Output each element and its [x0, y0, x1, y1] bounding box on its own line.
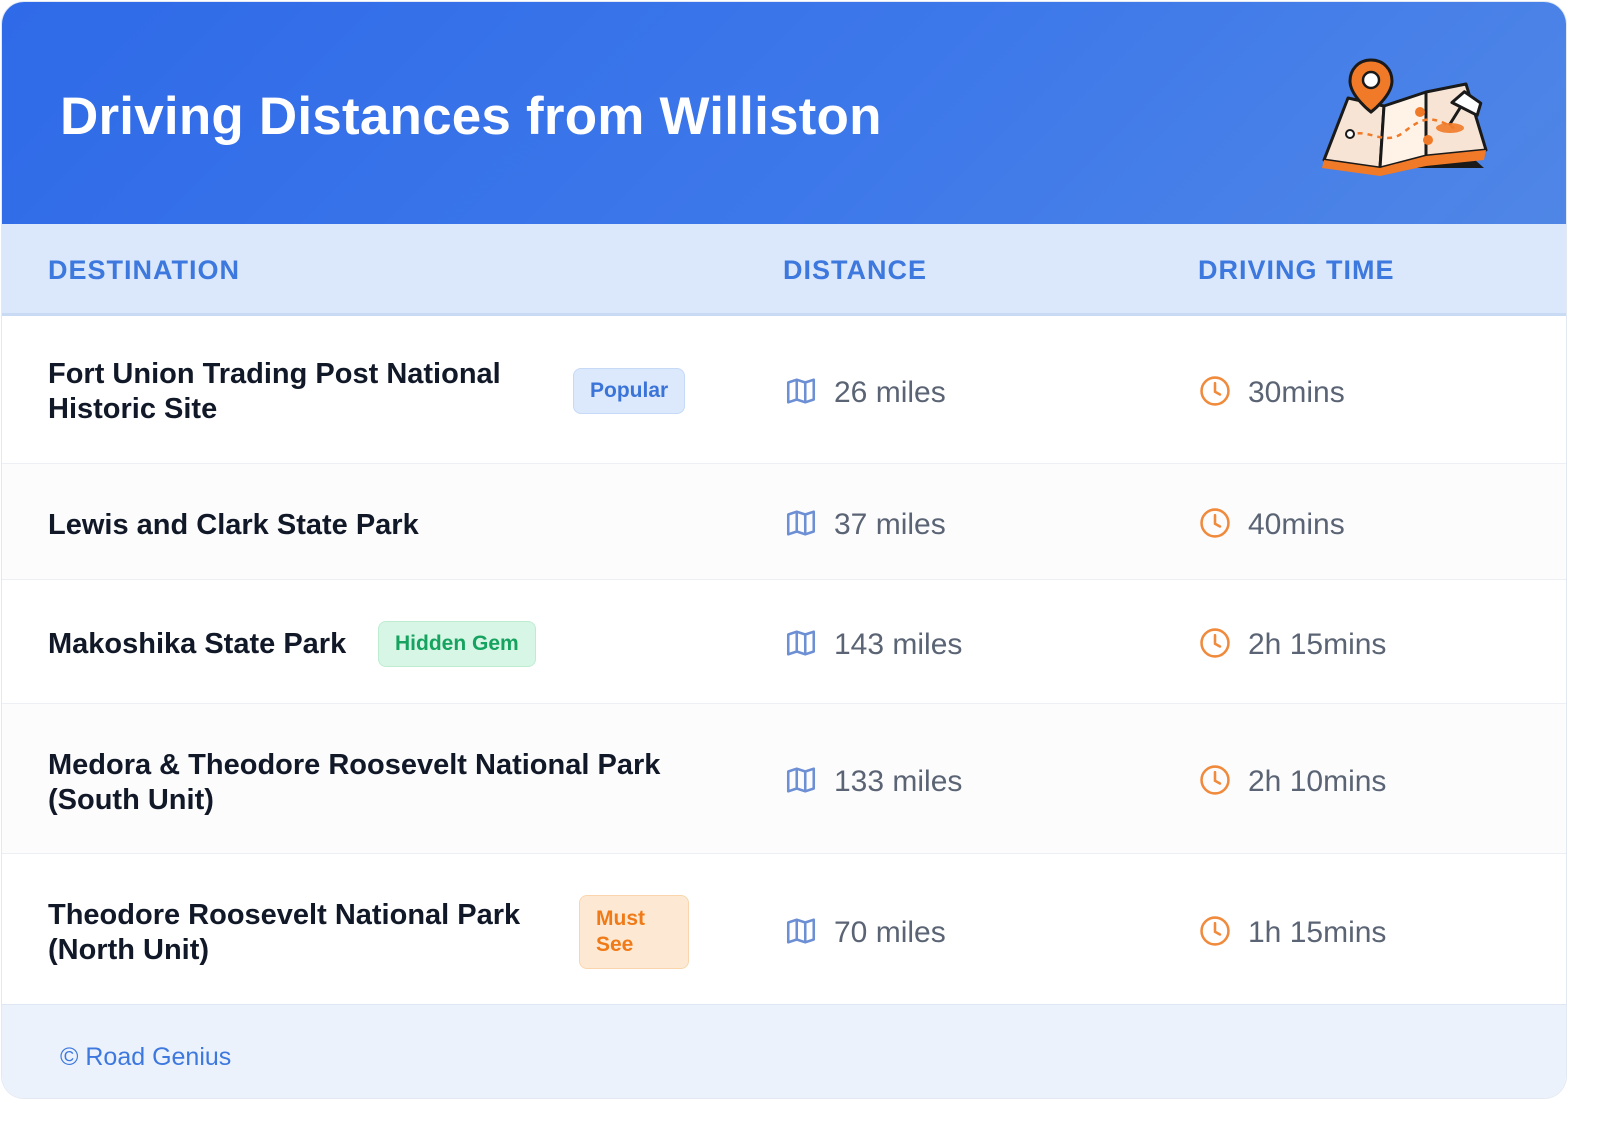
distance-value: 37 miles [834, 508, 946, 541]
must-see-badge: Must See [579, 895, 689, 969]
column-header-destination: DESTINATION [48, 255, 240, 285]
time-value: 1h 15mins [1248, 916, 1387, 949]
distance-value: 70 miles [834, 916, 946, 949]
table-header: DESTINATION DISTANCE DRIVING TIME [2, 224, 1566, 316]
map-icon [786, 378, 816, 404]
time-value: 40mins [1248, 508, 1345, 541]
table-row: Makoshika State Park Hidden Gem 143 mile… [2, 580, 1566, 704]
time-value: 30mins [1248, 376, 1345, 409]
table-row: Fort Union Trading Post National Histori… [2, 316, 1566, 464]
map-icon [786, 767, 816, 793]
table-row: Theodore Roosevelt National Park (North … [2, 854, 1566, 1004]
popular-badge: Popular [573, 368, 686, 414]
distance-value: 143 miles [834, 628, 963, 661]
destination-name: Lewis and Clark State Park [48, 508, 419, 543]
footer: © Road Genius [2, 1004, 1566, 1098]
destination-line: Medora & Theodore Roosevelt National Par… [48, 749, 661, 781]
map-icon [786, 510, 816, 536]
table-row: Lewis and Clark State Park 37 miles 40mi… [2, 464, 1566, 580]
distance-card: Driving Distances from Williston DESTINA… [2, 2, 1566, 1098]
table-row: Medora & Theodore Roosevelt National Par… [2, 704, 1566, 854]
clock-icon [1200, 376, 1230, 406]
map-icon [786, 918, 816, 944]
page-title: Driving Distances from Williston [60, 87, 882, 146]
destination-name: Theodore Roosevelt National Park (North … [48, 898, 520, 968]
clock-icon [1200, 916, 1230, 946]
clock-icon [1200, 628, 1230, 658]
time-value: 2h 10mins [1248, 765, 1387, 798]
column-header-driving-time: DRIVING TIME [1198, 255, 1395, 285]
destination-line: Makoshika State Park [48, 628, 347, 660]
destination-line: (North Unit) [48, 934, 210, 966]
destination-name: Medora & Theodore Roosevelt National Par… [48, 748, 660, 818]
header-banner: Driving Distances from Williston [2, 2, 1566, 224]
destination-line: Historic Site [48, 393, 218, 425]
clock-icon [1200, 508, 1230, 538]
clock-icon [1200, 765, 1230, 795]
distance-value: 26 miles [834, 376, 946, 409]
destination-name: Makoshika State Park [48, 627, 346, 662]
destination-line: Fort Union Trading Post National [48, 358, 501, 390]
hidden-gem-badge: Hidden Gem [378, 621, 536, 667]
copyright-credit: © Road Genius [60, 1043, 232, 1071]
time-value: 2h 15mins [1248, 628, 1387, 661]
destination-line: Lewis and Clark State Park [48, 509, 419, 541]
destination-line: (South Unit) [48, 784, 214, 816]
map-pin-illustration-icon [1322, 58, 1488, 176]
map-icon [786, 630, 816, 656]
destination-line: Theodore Roosevelt National Park [48, 899, 521, 931]
destination-name: Fort Union Trading Post National Histori… [48, 357, 501, 427]
column-header-distance: DISTANCE [783, 255, 928, 285]
distance-value: 133 miles [834, 765, 963, 798]
